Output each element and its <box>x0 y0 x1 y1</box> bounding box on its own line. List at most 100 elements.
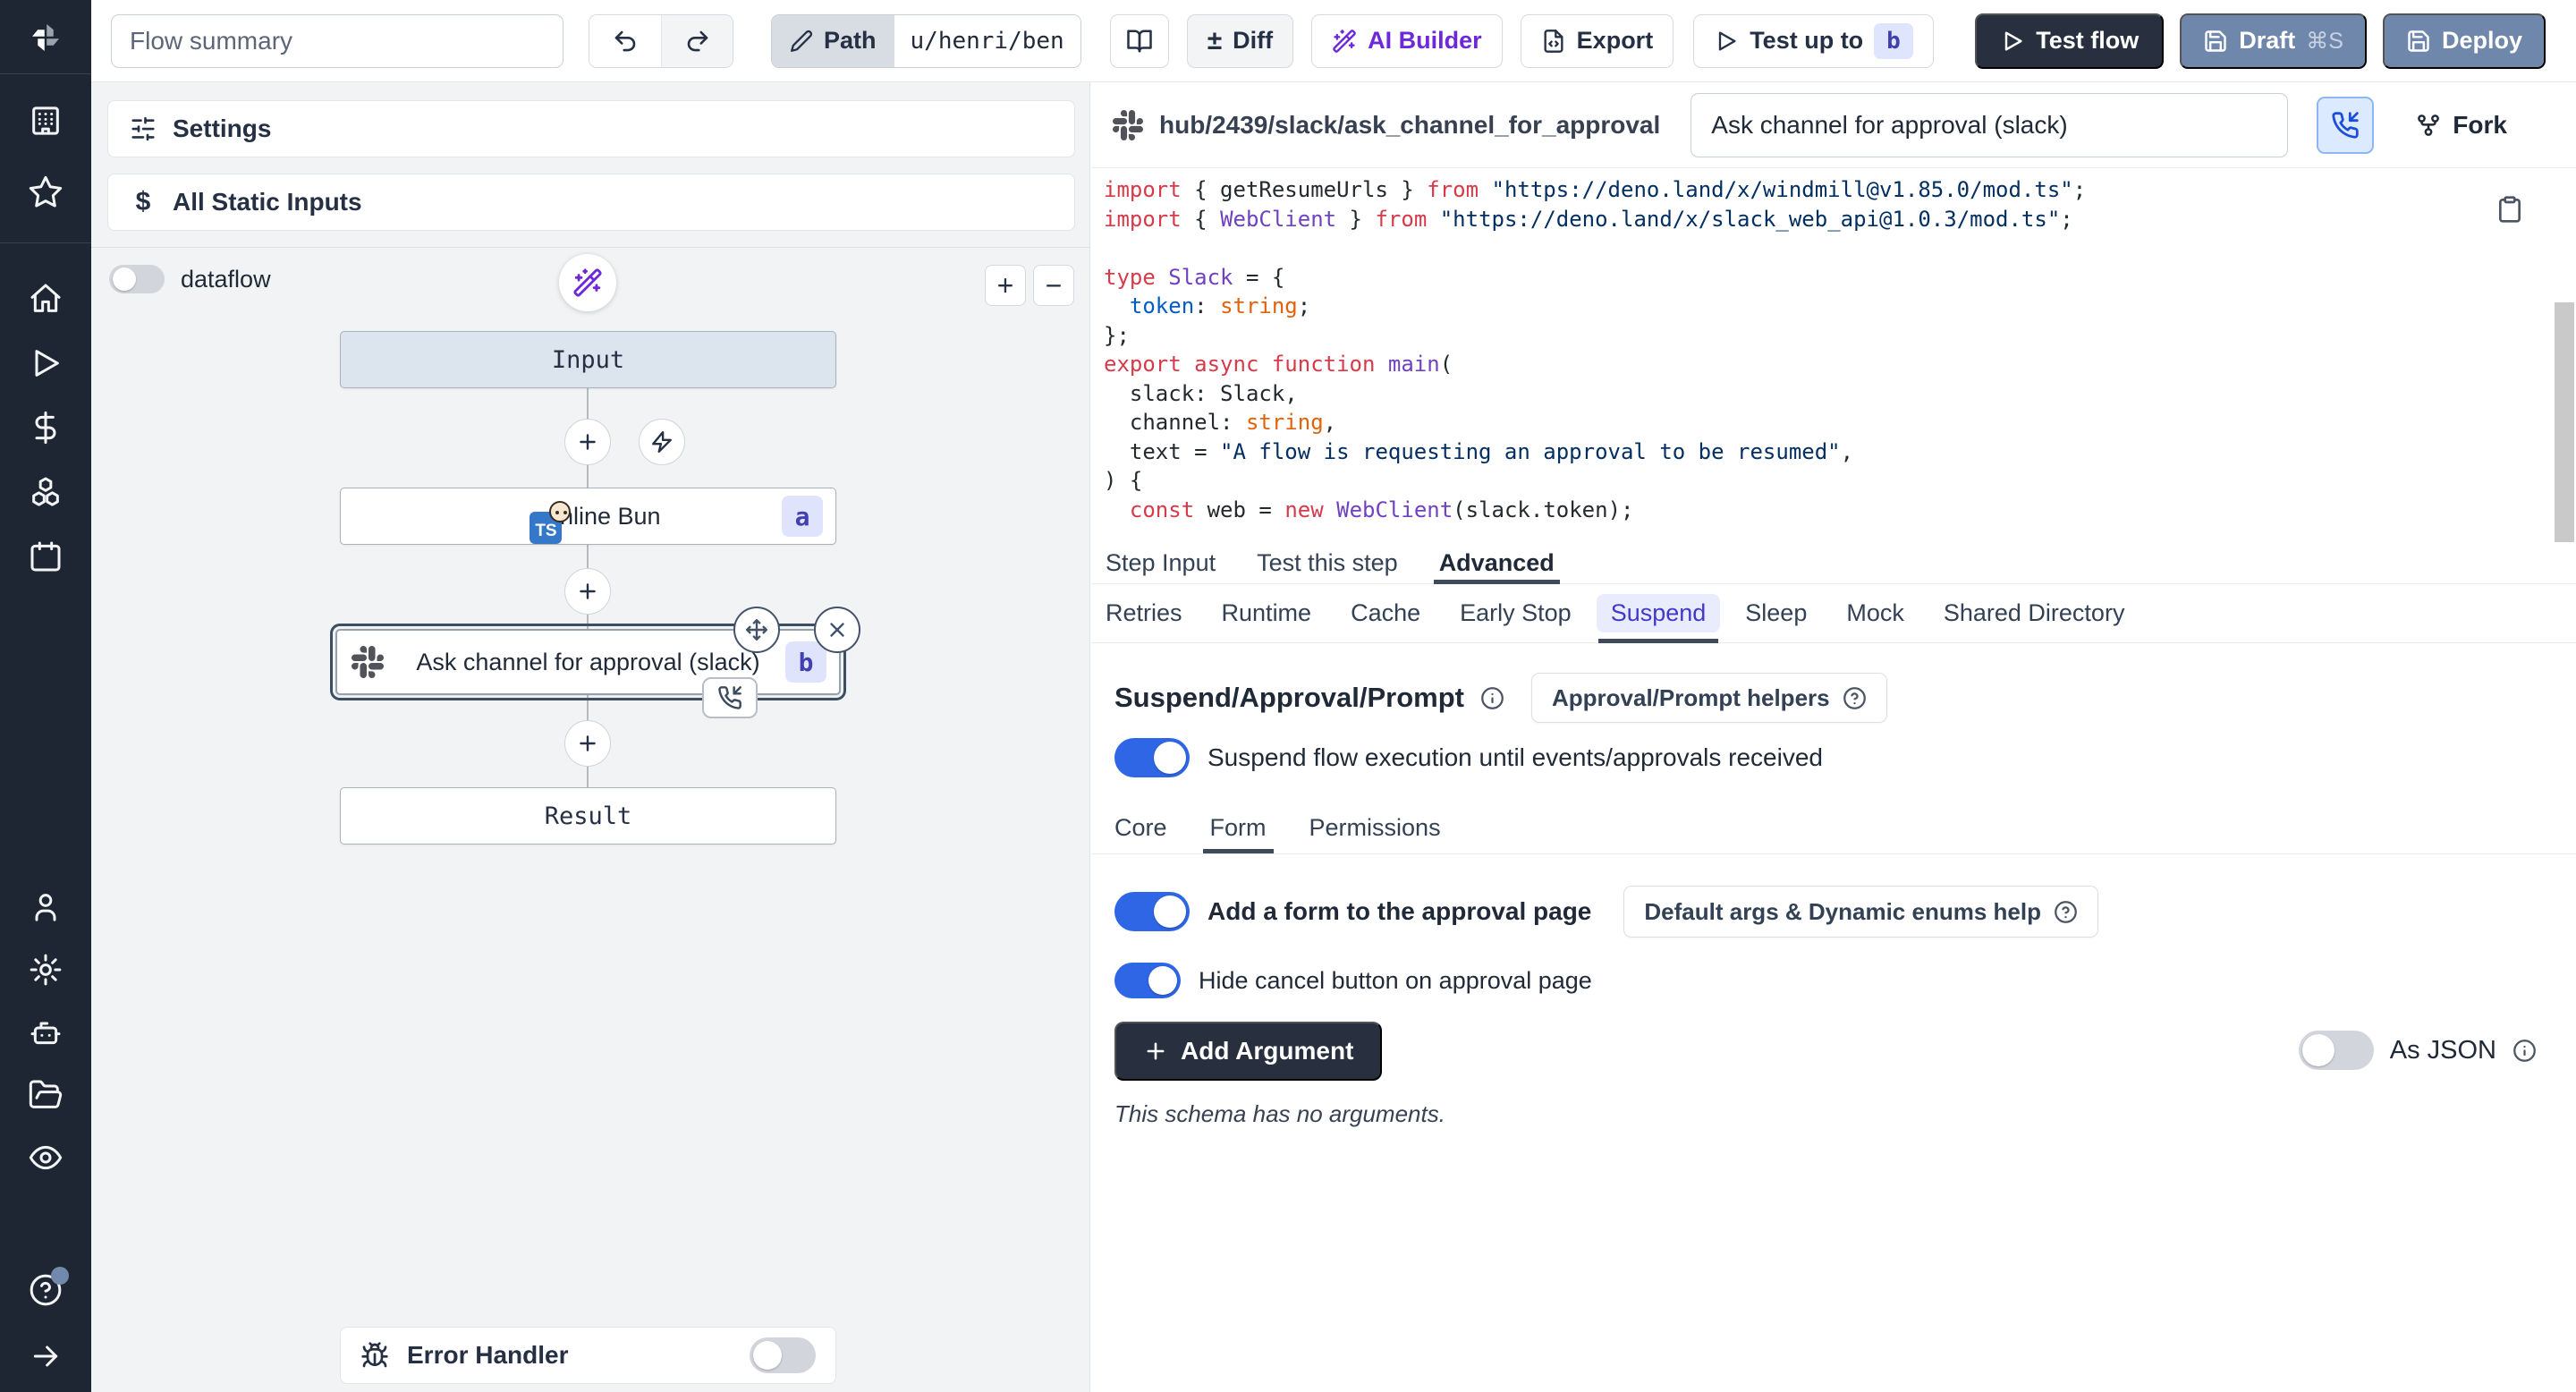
subtab-sleep[interactable]: Sleep <box>1745 584 1807 642</box>
step-name-input[interactable] <box>1690 93 2288 157</box>
audit-logs-icon[interactable] <box>26 1138 65 1177</box>
plus-minus-icon: ± <box>1208 28 1222 55</box>
hub-script-path[interactable]: hub/2439/slack/ask_channel_for_approval <box>1113 110 1660 140</box>
home-icon[interactable] <box>26 279 65 318</box>
tab-step-input[interactable]: Step Input <box>1106 542 1216 583</box>
typescript-bun-icon: TS <box>530 506 567 544</box>
insert-step-button[interactable] <box>564 720 611 767</box>
suspend-section-tabs: Core Form Permissions <box>1114 802 1441 853</box>
move-step-button[interactable] <box>733 607 780 653</box>
variables-icon[interactable] <box>26 408 65 447</box>
ai-builder-button[interactable]: AI Builder <box>1311 14 1503 68</box>
path-value[interactable]: u/henri/ben <box>894 15 1080 67</box>
help-circle-icon <box>1843 686 1867 710</box>
deploy-button[interactable]: Deploy <box>2383 13 2546 69</box>
suspend-approval-button[interactable] <box>2317 97 2374 154</box>
draft-label: Draft <box>2239 27 2295 55</box>
add-argument-button[interactable]: Add Argument <box>1114 1022 1382 1081</box>
ai-flow-button[interactable] <box>559 254 616 311</box>
help-button[interactable] <box>26 1270 65 1310</box>
subtab-retries[interactable]: Retries <box>1106 584 1182 642</box>
runs-icon[interactable] <box>26 344 65 383</box>
error-handler-row[interactable]: Error Handler <box>340 1327 836 1384</box>
schedules-icon[interactable] <box>26 537 65 576</box>
copy-code-button[interactable] <box>2496 195 2524 224</box>
tab-advanced[interactable]: Advanced <box>1439 542 1555 583</box>
hub-path-text: hub/2439/slack/ask_channel_for_approval <box>1159 111 1660 140</box>
expand-sidebar-icon[interactable] <box>26 1337 65 1376</box>
editor-scrollbar[interactable] <box>2555 302 2574 542</box>
draft-button[interactable]: Draft ⌘S <box>2180 13 2367 69</box>
workspace-icon[interactable] <box>26 101 65 140</box>
test-up-to-button[interactable]: Test up to b <box>1693 14 1934 68</box>
add-form-toggle[interactable] <box>1114 892 1190 931</box>
deploy-label: Deploy <box>2442 27 2522 55</box>
test-flow-button[interactable]: Test flow <box>1975 13 2164 69</box>
undo-button[interactable] <box>589 15 661 67</box>
error-handler-toggle[interactable] <box>750 1337 816 1373</box>
default-args-help-button[interactable]: Default args & Dynamic enums help <box>1623 886 2098 938</box>
undo-redo-group <box>589 14 733 68</box>
folders-icon[interactable] <box>26 1075 65 1115</box>
favorites-icon[interactable] <box>26 173 65 212</box>
flow-node-result[interactable]: Result <box>340 787 836 845</box>
subtab-cache[interactable]: Cache <box>1351 584 1420 642</box>
redo-button[interactable] <box>661 15 733 67</box>
all-static-inputs-button[interactable]: $ All Static Inputs <box>107 174 1075 231</box>
tab-form[interactable]: Form <box>1210 802 1267 853</box>
ask-approval-label: Ask channel for approval (slack) <box>416 649 759 676</box>
plus-icon <box>576 580 599 603</box>
step-header: hub/2439/slack/ask_channel_for_approval … <box>1091 82 2576 168</box>
all-static-inputs-label: All Static Inputs <box>173 188 362 216</box>
edit-path-button[interactable]: Path <box>772 15 894 67</box>
flow-node-inline-bun[interactable]: TS Inline Bun a <box>340 488 836 545</box>
as-json-toggle[interactable] <box>2299 1031 2374 1070</box>
subtab-mock[interactable]: Mock <box>1846 584 1904 642</box>
draft-shortcut: ⌘S <box>2306 28 2343 55</box>
windmill-logo[interactable] <box>26 18 65 57</box>
slack-icon <box>1113 110 1143 140</box>
zoom-in-button[interactable]: + <box>985 265 1026 306</box>
ai-builder-label: AI Builder <box>1368 27 1482 55</box>
export-label: Export <box>1577 27 1654 55</box>
zoom-out-button[interactable]: − <box>1033 265 1074 306</box>
diff-button[interactable]: ± Diff <box>1187 14 1293 68</box>
info-icon[interactable] <box>2512 1039 2537 1063</box>
flow-node-ask-approval[interactable]: Ask channel for approval (slack) b <box>335 629 841 695</box>
subtab-early-stop[interactable]: Early Stop <box>1460 584 1572 642</box>
play-icon <box>2000 29 2025 54</box>
export-button[interactable]: Export <box>1521 14 1674 68</box>
users-icon[interactable] <box>26 887 65 927</box>
tab-permissions[interactable]: Permissions <box>1309 802 1441 853</box>
flow-node-input[interactable]: Input <box>340 331 836 388</box>
suspend-toggle[interactable] <box>1114 738 1190 777</box>
divider <box>91 247 1089 248</box>
trigger-button[interactable] <box>639 419 685 465</box>
insert-step-button[interactable] <box>564 568 611 615</box>
delete-step-button[interactable] <box>814 607 860 653</box>
info-icon[interactable] <box>1480 686 1504 710</box>
flow-settings-button[interactable]: Settings <box>107 100 1075 157</box>
add-form-label: Add a form to the approval page <box>1208 897 1591 926</box>
resources-icon[interactable] <box>26 472 65 512</box>
workers-icon[interactable] <box>26 1013 65 1052</box>
subtab-suspend[interactable]: Suspend <box>1611 584 1707 642</box>
hide-cancel-toggle[interactable] <box>1114 963 1181 998</box>
subtab-runtime[interactable]: Runtime <box>1222 584 1312 642</box>
subtab-shared-directory[interactable]: Shared Directory <box>1944 584 2125 642</box>
insert-step-button[interactable] <box>564 419 611 465</box>
dataflow-toggle[interactable] <box>109 265 165 293</box>
clipboard-icon <box>2496 195 2524 224</box>
sidebar-divider <box>0 242 91 243</box>
docs-button[interactable] <box>1110 14 1169 68</box>
flow-summary-input[interactable] <box>111 14 564 68</box>
tab-test-this-step[interactable]: Test this step <box>1257 542 1398 583</box>
approval-helpers-button[interactable]: Approval/Prompt helpers <box>1531 673 1887 723</box>
wand-icon <box>1332 29 1357 54</box>
code-editor[interactable]: import { getResumeUrls } from "https://d… <box>1091 168 2576 542</box>
fork-button[interactable]: Fork <box>2415 111 2507 140</box>
tab-core[interactable]: Core <box>1114 802 1167 853</box>
save-icon <box>2203 29 2228 54</box>
settings-icon[interactable] <box>26 950 65 989</box>
pencil-icon <box>790 30 813 53</box>
